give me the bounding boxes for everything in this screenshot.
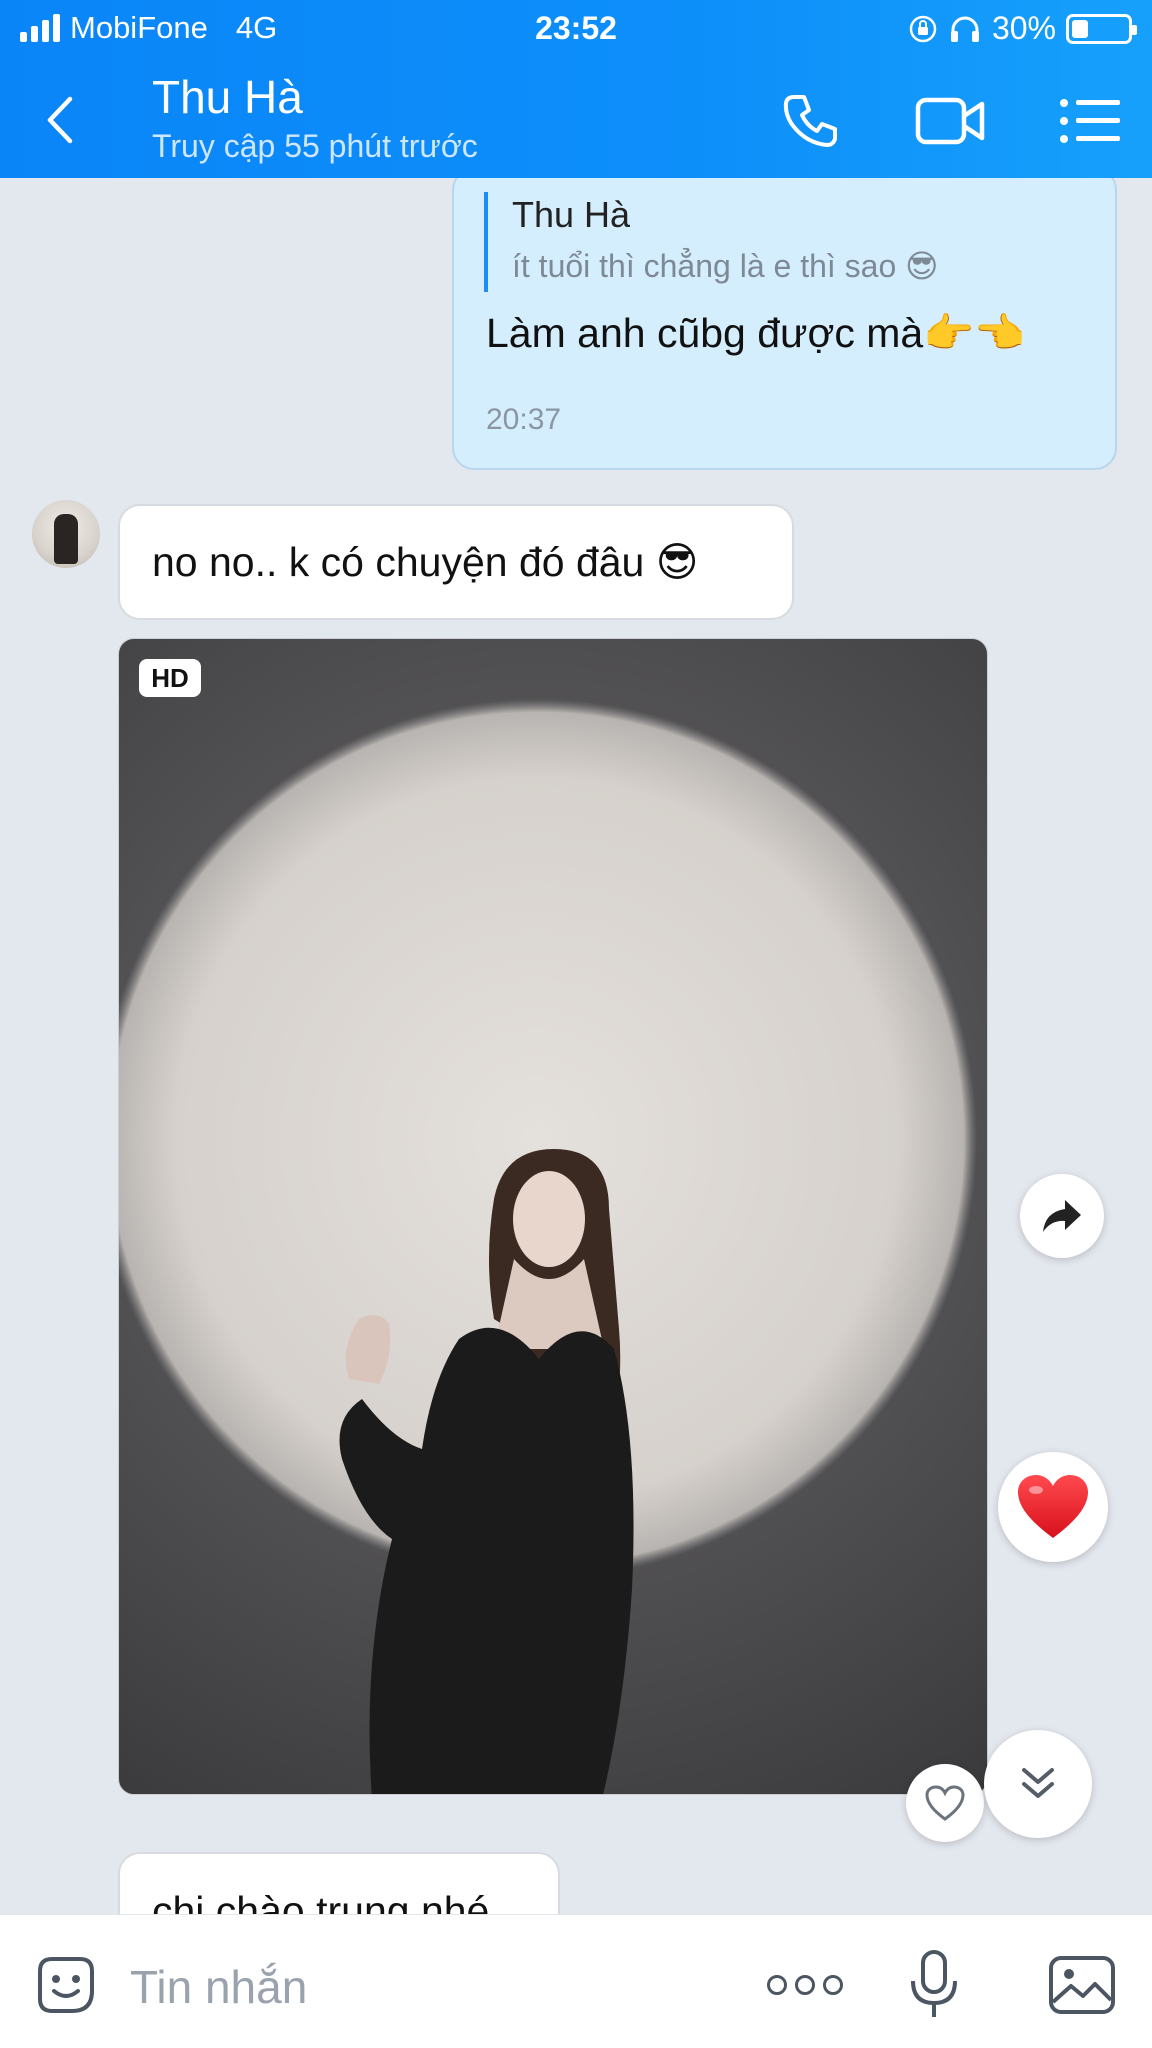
- heart-outline-icon: [925, 1785, 965, 1821]
- forward-icon: [1043, 1200, 1081, 1232]
- nav-row: Thu Hà Truy cập 55 phút trước: [0, 62, 1152, 178]
- chat-screen: MobiFone 4G 23:52 30% Thu Hà Truy cập 55…: [0, 0, 1152, 2048]
- message-list[interactable]: Thu Hà ít tuổi thì chẳng là e thì sao 😎 …: [0, 178, 1152, 1914]
- headphones-icon: [950, 16, 979, 42]
- outgoing-message[interactable]: Thu Hà ít tuổi thì chẳng là e thì sao 😎 …: [452, 178, 1117, 470]
- back-icon: [47, 96, 73, 144]
- hd-badge: HD: [139, 659, 201, 697]
- message-time: 20:37: [486, 403, 562, 436]
- chat-header: MobiFone 4G 23:52 30% Thu Hà Truy cập 55…: [0, 0, 1152, 178]
- message-input[interactable]: Tin nhắn: [130, 1960, 307, 2014]
- video-call-icon: [915, 97, 985, 145]
- back-button[interactable]: [30, 90, 90, 150]
- image-button[interactable]: [1042, 1945, 1122, 2025]
- sticker-button[interactable]: [26, 1945, 106, 2025]
- menu-list-icon: [1060, 99, 1120, 143]
- heart-reaction-icon: [1018, 1475, 1088, 1538]
- avatar[interactable]: [32, 500, 100, 568]
- video-call-button[interactable]: [910, 86, 990, 156]
- incoming-message-partial[interactable]: chị chào trung nhé: [118, 1852, 560, 1914]
- quoted-message[interactable]: Thu Hà ít tuổi thì chẳng là e thì sao 😎: [484, 192, 939, 292]
- message-text: no no.. k có chuyện đó đâu 😎: [152, 539, 699, 585]
- heart-reaction-button[interactable]: [998, 1452, 1108, 1562]
- battery-icon: [1066, 13, 1137, 44]
- forward-button[interactable]: [1020, 1174, 1104, 1258]
- scroll-down-icon: [1022, 1768, 1054, 1798]
- phone-icon: [783, 95, 837, 147]
- sticker-icon: [38, 1957, 94, 2013]
- status-bar: MobiFone 4G 23:52 30%: [0, 0, 1152, 60]
- more-icon: [767, 1975, 843, 1995]
- scroll-down-button[interactable]: [984, 1730, 1092, 1838]
- battery-level: [1072, 19, 1089, 38]
- photo-image: [119, 699, 977, 1794]
- photo-message[interactable]: HD: [118, 638, 988, 1795]
- microphone-icon: [911, 1950, 957, 2017]
- avatar-figure: [54, 514, 78, 564]
- image-icon: [1049, 1956, 1115, 2014]
- status-right: 30%: [908, 10, 1137, 47]
- rotation-lock-icon: [909, 15, 937, 42]
- call-button[interactable]: [770, 86, 850, 156]
- like-button[interactable]: [906, 1764, 984, 1842]
- message-text: Làm anh cũbg được mà👉👈: [486, 310, 1026, 356]
- contact-name[interactable]: Thu Hà: [152, 70, 303, 124]
- voice-button[interactable]: [894, 1945, 974, 2025]
- message-text: chị chào trung nhé: [152, 1888, 490, 1914]
- message-input-bar: Tin nhắn: [0, 1914, 1152, 2048]
- battery-percent: 30%: [991, 10, 1056, 46]
- contact-status: Truy cập 55 phút trước: [152, 128, 478, 164]
- incoming-message[interactable]: no no.. k có chuyện đó đâu 😎: [118, 504, 794, 620]
- quote-author: Thu Hà: [512, 194, 631, 235]
- quote-text: ít tuổi thì chẳng là e thì sao 😎: [512, 248, 939, 284]
- menu-button[interactable]: [1050, 86, 1130, 156]
- more-button[interactable]: [760, 1945, 850, 2025]
